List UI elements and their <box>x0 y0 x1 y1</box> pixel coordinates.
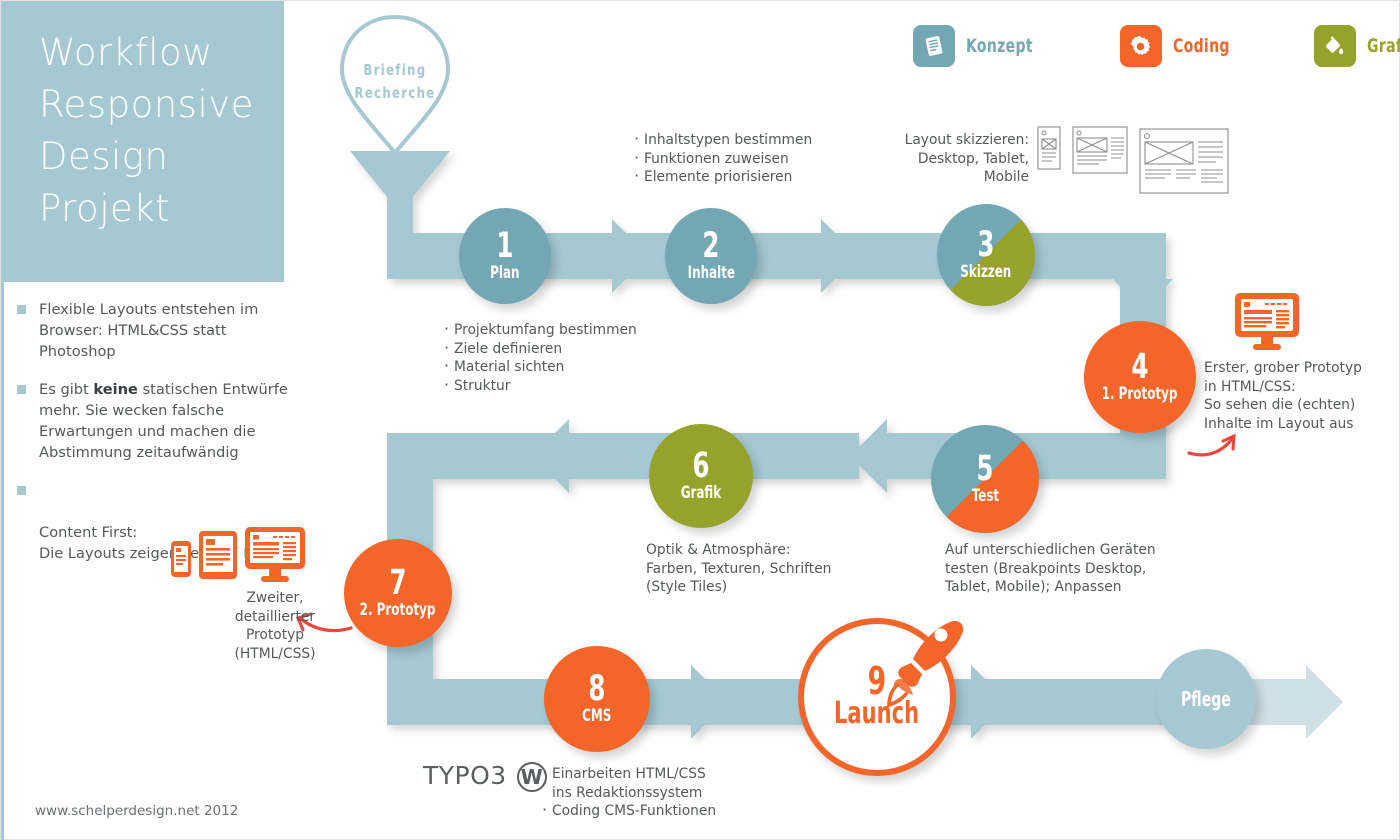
step-node-4[interactable]: 4 1. Prototyp <box>1084 321 1196 433</box>
step-caption: Inhalte <box>687 262 735 283</box>
wireframe-sketches-icon <box>1037 126 1229 194</box>
list-item: Es gibt keine statischen Entwürfe mehr. … <box>17 379 297 463</box>
page-title: Workflow Responsive Design Projekt <box>39 31 254 230</box>
note-step-6: Optik & Atmosphäre: Farben, Texturen, Sc… <box>646 542 832 596</box>
step-number: 6 <box>692 445 710 486</box>
note-step-4: Erster, grober Prototyp in HTML/CSS: So … <box>1204 360 1362 432</box>
note-line: Inhaltstypen bestimmen <box>633 130 812 150</box>
note-step-1: Projektumfang bestimmen Ziele definieren… <box>443 320 637 396</box>
note-line: Einarbeiten HTML/CSS <box>541 764 716 784</box>
pin-line-1: Briefing <box>363 61 427 79</box>
coding-chip <box>1119 25 1162 67</box>
typo3-label: TYPO3 <box>423 761 507 790</box>
footer-credit: www.schelperdesign.net 2012 <box>35 803 239 819</box>
konzept-chip <box>913 25 955 67</box>
title-panel: Workflow Responsive Design Projekt <box>1 1 284 282</box>
list-item: Flexible Layouts entstehen im Browser: H… <box>17 299 297 362</box>
note-line: ins Redaktionssystem <box>552 784 703 801</box>
note-line: Elemente priorisieren <box>633 167 812 187</box>
legend-item-coding[interactable]: Coding <box>1119 25 1242 67</box>
bullet-square-icon <box>17 486 26 495</box>
bullet-square-icon <box>17 385 26 394</box>
bullet-text-bold: keine <box>93 381 138 398</box>
step-number: 1 <box>496 225 514 266</box>
step-node-8[interactable]: 8 CMS <box>544 646 650 752</box>
grafik-chip <box>1313 25 1356 67</box>
bullet-text: Flexible Layouts entstehen im Browser: H… <box>39 301 259 360</box>
pin-line-2: Recherche <box>354 84 436 102</box>
paint-bucket-icon <box>1326 35 1344 54</box>
pin-label: Briefing Recherche <box>343 59 446 105</box>
step-caption: 1. Prototyp <box>1102 383 1178 404</box>
maintenance-node-pflege[interactable]: Pflege <box>1156 649 1256 749</box>
legend-label-konzept: Konzept <box>966 35 1033 57</box>
note-step-7: Zweiter, detaillierter Prototyp (HTML/CS… <box>234 590 316 662</box>
step-node-7[interactable]: 7 2. Prototyp <box>344 539 452 647</box>
step-number: 8 <box>588 668 606 709</box>
step-number: 7 <box>389 562 407 603</box>
note-line: Ziele definieren <box>443 339 637 359</box>
left-divider <box>1 282 4 840</box>
cms-logos: TYPO3 W <box>423 761 547 792</box>
step-number: 9 <box>867 658 887 703</box>
legend-label-coding: Coding <box>1172 35 1230 57</box>
bullet-square-icon <box>17 305 26 314</box>
note-step-8: Einarbeiten HTML/CSS ins Redaktionssyste… <box>541 764 716 821</box>
step-caption: Launch <box>834 695 920 731</box>
step-node-2[interactable]: 2 Inhalte <box>665 208 757 304</box>
note-step-3: Layout skizzieren: Desktop, Tablet, Mobi… <box>904 132 1029 186</box>
step-node-1[interactable]: 1 Plan <box>459 208 551 304</box>
infographic-canvas: Workflow Responsive Design Projekt Flexi… <box>0 0 1400 840</box>
step-number: 2 <box>702 225 720 266</box>
step-node-3[interactable]: 3 Skizzen <box>937 204 1035 306</box>
red-arrow-right <box>1187 433 1236 457</box>
wordpress-icon: W <box>516 762 547 792</box>
responsive-devices-icon <box>171 527 305 582</box>
legend-item-konzept[interactable]: Konzept <box>913 25 1048 67</box>
step-node-5[interactable]: 5 Test <box>931 425 1039 533</box>
note-line: Funktionen zuweisen <box>633 149 812 169</box>
step-caption: Grafik <box>680 482 722 503</box>
step-number: 4 <box>1131 346 1149 387</box>
note-line: Coding CMS-Funktionen <box>541 801 716 821</box>
step-number: 3 <box>977 224 995 265</box>
step-caption: Test <box>971 485 999 506</box>
document-icon <box>925 36 943 56</box>
step-number: 5 <box>976 448 994 489</box>
note-line: Material sichten <box>443 357 637 377</box>
briefing-pin: Briefing Recherche <box>335 13 455 163</box>
gear-icon <box>1130 35 1151 55</box>
legend-label-grafik: Grafik <box>1366 35 1400 57</box>
step-caption: CMS <box>582 705 612 726</box>
step-caption: 2. Prototyp <box>360 599 436 620</box>
note-step-2: Inhaltstypen bestimmen Funktionen zuweis… <box>633 130 812 187</box>
note-line: Struktur <box>443 376 637 396</box>
maintenance-caption: Pflege <box>1181 687 1231 711</box>
trailing-arrow <box>1249 665 1343 739</box>
legend: Konzept Coding Grafik <box>913 25 1400 67</box>
bullet-text-pre: Es gibt <box>39 381 94 398</box>
legend-item-grafik[interactable]: Grafik <box>1313 25 1400 67</box>
step-caption: Skizzen <box>960 261 1012 282</box>
note-step-5: Auf unterschiedlichen Geräten testen (Br… <box>945 542 1156 596</box>
step-node-6[interactable]: 6 Grafik <box>649 424 753 528</box>
step-caption: Plan <box>490 262 520 283</box>
monitor-icon <box>1235 293 1299 350</box>
note-line: Projektumfang bestimmen <box>443 320 637 340</box>
